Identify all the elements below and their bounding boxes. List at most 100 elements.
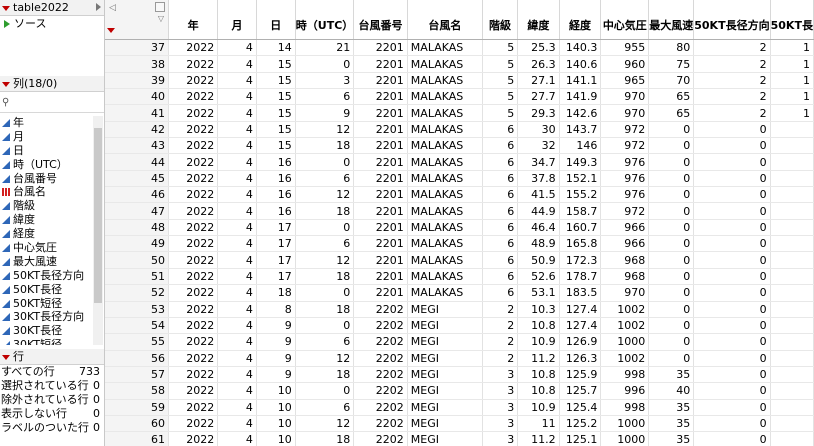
red-triangle-menu-icon[interactable] bbox=[2, 5, 10, 11]
row-number[interactable]: 59 bbox=[105, 399, 170, 416]
table-cell[interactable]: 996 bbox=[600, 382, 650, 400]
table-cell[interactable]: 2202 bbox=[353, 350, 408, 367]
table-cell[interactable]: MALAKAS bbox=[407, 268, 483, 286]
table-cell[interactable]: 10.9 bbox=[517, 399, 560, 416]
table-cell[interactable]: 37.8 bbox=[517, 170, 560, 188]
table-cell[interactable] bbox=[770, 317, 814, 335]
table-cell[interactable]: 52.6 bbox=[517, 268, 560, 286]
table-cell[interactable]: 4 bbox=[217, 104, 257, 122]
table-cell[interactable]: 4 bbox=[217, 366, 257, 384]
table-row[interactable]: 56 2022 4 9 12 2202 MEGI 2 11.2 126.3 1002 0 0 bbox=[105, 350, 814, 367]
table-row[interactable]: 39 2022 4 15 3 2201 MALAKAS 5 27.1 141.1 965 70 2 1 bbox=[105, 72, 814, 90]
table-row[interactable]: 41 2022 4 15 9 2201 MALAKAS 5 29.3 142.6 970 65 2 1 bbox=[105, 104, 814, 122]
table-cell[interactable]: 4 bbox=[217, 153, 257, 171]
table-cell[interactable]: 0 bbox=[693, 350, 771, 367]
table-cell[interactable]: 2022 bbox=[168, 55, 219, 73]
column-header[interactable]: 台風名 bbox=[407, 0, 483, 40]
table-cell[interactable] bbox=[770, 268, 814, 286]
column-list-item[interactable]: 日 bbox=[0, 144, 92, 158]
table-cell[interactable] bbox=[770, 170, 814, 188]
table-cell[interactable] bbox=[770, 415, 814, 433]
table-cell[interactable]: 4 bbox=[217, 268, 257, 286]
table-cell[interactable]: 0 bbox=[693, 235, 771, 253]
table-cell[interactable]: 976 bbox=[600, 186, 650, 204]
source-script[interactable]: ソース bbox=[0, 16, 104, 31]
table-cell[interactable]: 3 bbox=[482, 382, 519, 400]
table-cell[interactable]: 0 bbox=[648, 284, 695, 302]
column-header[interactable]: 年 bbox=[168, 0, 219, 40]
table-cell[interactable]: 15 bbox=[256, 72, 296, 90]
table-cell[interactable]: 2201 bbox=[353, 55, 408, 73]
table-cell[interactable]: 125.7 bbox=[559, 382, 602, 400]
table-cell[interactable]: 2 bbox=[482, 301, 519, 318]
column-header[interactable]: 50KT長径方向 bbox=[693, 0, 771, 40]
columns-panel-header[interactable]: 列(18/0) bbox=[0, 76, 104, 92]
table-cell[interactable]: MEGI bbox=[407, 382, 483, 400]
table-cell[interactable]: 0 bbox=[693, 415, 771, 433]
row-number[interactable]: 41 bbox=[105, 104, 170, 122]
table-cell[interactable]: 10.3 bbox=[517, 301, 560, 318]
table-cell[interactable]: 6 bbox=[482, 284, 519, 302]
table-cell[interactable]: 141.1 bbox=[559, 72, 602, 90]
table-cell[interactable]: 125.4 bbox=[559, 399, 602, 416]
table-cell[interactable]: 18 bbox=[295, 202, 355, 220]
table-cell[interactable]: 972 bbox=[600, 202, 650, 220]
table-cell[interactable]: 1 bbox=[770, 88, 814, 106]
column-header[interactable]: 経度 bbox=[559, 0, 602, 40]
table-row[interactable]: 45 2022 4 16 6 2201 MALAKAS 6 37.8 152.1 976 0 0 bbox=[105, 170, 814, 188]
table-row[interactable]: 49 2022 4 17 6 2201 MALAKAS 6 48.9 165.8 966 0 0 bbox=[105, 235, 814, 253]
table-row[interactable]: 38 2022 4 15 0 2201 MALAKAS 5 26.3 140.6 960 75 2 1 bbox=[105, 55, 814, 73]
row-number[interactable]: 61 bbox=[105, 431, 170, 446]
column-list-scrollbar[interactable] bbox=[93, 116, 103, 345]
table-cell[interactable]: 27.1 bbox=[517, 72, 560, 90]
table-cell[interactable]: 2022 bbox=[168, 350, 219, 367]
table-row[interactable]: 52 2022 4 18 0 2201 MALAKAS 6 53.1 183.5 970 0 0 bbox=[105, 284, 814, 302]
table-cell[interactable]: 0 bbox=[648, 219, 695, 237]
table-cell[interactable]: 6 bbox=[295, 170, 355, 188]
table-cell[interactable]: 46.4 bbox=[517, 219, 560, 237]
table-cell[interactable]: 0 bbox=[693, 366, 771, 384]
table-cell[interactable]: 966 bbox=[600, 235, 650, 253]
table-cell[interactable]: 2201 bbox=[353, 251, 408, 269]
table-cell[interactable] bbox=[770, 399, 814, 416]
table-cell[interactable]: 172.3 bbox=[559, 251, 602, 269]
table-cell[interactable]: 15 bbox=[256, 137, 296, 155]
table-cell[interactable]: 0 bbox=[648, 301, 695, 318]
table-cell[interactable]: 2 bbox=[482, 333, 519, 351]
column-list-item[interactable]: 中心気圧 bbox=[0, 241, 92, 255]
table-cell[interactable]: 0 bbox=[295, 382, 355, 400]
table-cell[interactable]: 18 bbox=[295, 137, 355, 155]
table-cell[interactable] bbox=[770, 235, 814, 253]
table-cell[interactable]: 125.1 bbox=[559, 431, 602, 446]
table-row[interactable]: 46 2022 4 16 12 2201 MALAKAS 6 41.5 155.2 976 0 0 bbox=[105, 186, 814, 204]
table-cell[interactable]: 0 bbox=[295, 153, 355, 171]
table-cell[interactable]: 1002 bbox=[600, 317, 650, 335]
table-cell[interactable]: 4 bbox=[217, 382, 257, 400]
table-cell[interactable]: 2202 bbox=[353, 431, 408, 446]
table-cell[interactable]: MEGI bbox=[407, 399, 483, 416]
table-cell[interactable]: 0 bbox=[648, 235, 695, 253]
table-cell[interactable]: 2201 bbox=[353, 284, 408, 302]
table-cell[interactable]: 4 bbox=[217, 350, 257, 367]
table-cell[interactable]: MALAKAS bbox=[407, 251, 483, 269]
row-number[interactable]: 42 bbox=[105, 121, 170, 139]
table-cell[interactable]: 32 bbox=[517, 137, 560, 155]
table-cell[interactable]: 125.2 bbox=[559, 415, 602, 433]
table-cell[interactable]: 4 bbox=[217, 137, 257, 155]
row-number[interactable]: 39 bbox=[105, 72, 170, 90]
table-cell[interactable]: 2022 bbox=[168, 153, 219, 171]
column-list-item[interactable]: 30KT長径 bbox=[0, 324, 92, 338]
table-cell[interactable]: 2201 bbox=[353, 202, 408, 220]
table-cell[interactable]: 0 bbox=[648, 202, 695, 220]
row-number[interactable]: 60 bbox=[105, 415, 170, 433]
table-cell[interactable]: 152.1 bbox=[559, 170, 602, 188]
table-cell[interactable]: 2201 bbox=[353, 153, 408, 171]
table-cell[interactable]: 142.6 bbox=[559, 104, 602, 122]
table-cell[interactable]: 6 bbox=[482, 202, 519, 220]
table-cell[interactable] bbox=[770, 301, 814, 318]
table-cell[interactable]: 4 bbox=[217, 431, 257, 446]
row-number[interactable]: 51 bbox=[105, 268, 170, 286]
table-row[interactable]: 37 2022 4 14 21 2201 MALAKAS 5 25.3 140.3 955 80 2 1 bbox=[105, 39, 814, 57]
table-row[interactable]: 55 2022 4 9 6 2202 MEGI 2 10.9 126.9 1000 0 0 bbox=[105, 333, 814, 351]
column-header[interactable]: 緯度 bbox=[517, 0, 560, 40]
